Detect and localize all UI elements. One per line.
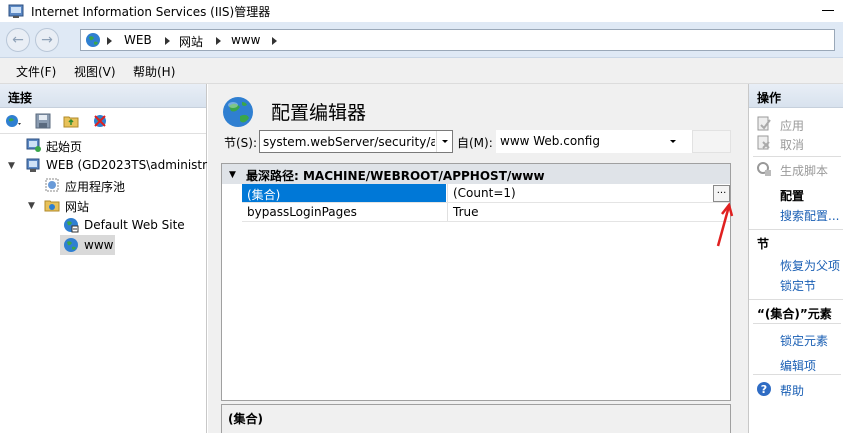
connections-panel: 连接 起始页 ▼ WEB (GD2023TS\administr 应用程序池 ▼…: [0, 84, 207, 433]
crumb-separator-icon: [107, 37, 112, 45]
tree-item-app-pools[interactable]: 应用程序池: [0, 175, 206, 195]
menu-file[interactable]: 文件(F): [16, 63, 56, 80]
collapse-icon[interactable]: ▼: [28, 201, 35, 211]
app-pool-icon: [45, 178, 59, 192]
connections-header: 连接: [0, 84, 206, 108]
menu-bar: 文件(F) 视图(V) 帮助(H): [0, 58, 843, 84]
address-bar: ← → WEB 网站 www: [0, 22, 843, 58]
forward-button[interactable]: →: [35, 28, 59, 52]
chevron-down-icon: [442, 140, 448, 143]
lock-section-link[interactable]: 锁定节: [780, 277, 816, 294]
details-title: (集合): [228, 412, 263, 426]
back-button[interactable]: ←: [6, 28, 30, 52]
tree-item-www[interactable]: www: [60, 235, 115, 255]
crumb-separator-icon: [216, 37, 221, 45]
property-name: (集合): [242, 184, 446, 202]
crumb-sites[interactable]: 网站: [179, 33, 203, 50]
restore-to-parent-link[interactable]: 恢复为父项: [780, 257, 840, 274]
save-icon[interactable]: [35, 113, 51, 129]
from-dropdown[interactable]: www Web.config: [496, 130, 692, 153]
iis-app-icon: [8, 4, 24, 18]
tree-item-web-server[interactable]: ▼ WEB (GD2023TS\administr: [0, 155, 208, 175]
window-title: Internet Information Services (IIS)管理器: [31, 5, 271, 19]
website-globe-icon: [64, 238, 78, 252]
tree-label-web-server: WEB (GD2023TS\administr: [46, 158, 208, 172]
property-value[interactable]: (Count=1): [447, 184, 730, 202]
start-page-icon: [26, 138, 41, 152]
tree-label-default-web-site: Default Web Site: [84, 218, 185, 232]
connections-toolbar: [0, 108, 206, 134]
from-label: 自(M):: [457, 136, 493, 150]
search-configuration-link[interactable]: 搜索配置...: [780, 207, 839, 224]
generate-script-icon: [757, 162, 771, 176]
up-folder-icon[interactable]: [63, 113, 79, 129]
section-group-header: 节: [749, 229, 843, 253]
section-label: 节(S):: [224, 136, 258, 150]
tree-label-start-page: 起始页: [46, 140, 83, 154]
divider: [753, 323, 841, 324]
server-icon: [26, 158, 40, 172]
crumb-www[interactable]: www: [231, 33, 260, 47]
lock-element-link[interactable]: 锁定元素: [780, 332, 828, 349]
menu-help[interactable]: 帮助(H): [133, 63, 175, 80]
grid-group-header[interactable]: ▼ 最深路径: MACHINE/WEBROOT/APPHOST/www: [222, 164, 730, 184]
help-icon: ?: [757, 382, 771, 396]
actions-header: 操作: [749, 84, 843, 108]
tree-item-default-web-site[interactable]: Default Web Site: [0, 215, 206, 235]
ellipsis-button[interactable]: ...: [713, 185, 730, 202]
deepest-path-label: 最深路径: MACHINE/WEBROOT/APPHOST/www: [246, 169, 545, 183]
from-side-button[interactable]: [692, 130, 731, 153]
apply-action[interactable]: 应用: [780, 117, 804, 134]
details-pane: (集合): [221, 404, 731, 433]
configuration-editor-globe-icon: [223, 97, 253, 127]
sites-folder-icon: [44, 200, 60, 212]
crumb-separator-icon: [165, 37, 170, 45]
section-dropdown[interactable]: system.webServer/security/au: [259, 130, 453, 153]
svg-text:?: ?: [761, 383, 767, 396]
tree-label-app-pools: 应用程序池: [65, 180, 126, 194]
section-dropdown-button[interactable]: [436, 131, 452, 152]
menu-view[interactable]: 视图(V): [74, 63, 116, 80]
configuration-group-title: 配置: [780, 189, 805, 203]
tree-item-sites[interactable]: ▼ 网站: [0, 195, 206, 215]
title-bar: Internet Information Services (IIS)管理器: [0, 0, 843, 22]
collection-element-header: “(集合)”元素: [749, 299, 843, 323]
grid-row-bypass-login-pages[interactable]: bypassLoginPages True: [242, 203, 730, 222]
apply-icon: [757, 116, 771, 131]
tree-label-www: www: [84, 238, 114, 252]
cancel-action[interactable]: 取消: [780, 136, 804, 153]
chevron-down-icon: [670, 140, 676, 143]
tree-item-start-page[interactable]: 起始页: [0, 135, 206, 155]
tree-label-sites: 网站: [65, 200, 90, 214]
grid-row-collection[interactable]: (集合) (Count=1): [242, 184, 730, 203]
configuration-editor: 配置编辑器 节(S): system.webServer/security/au…: [208, 84, 748, 433]
property-grid: ▼ 最深路径: MACHINE/WEBROOT/APPHOST/www (集合)…: [221, 163, 734, 401]
divider: [753, 374, 841, 375]
website-globe-icon: [64, 218, 79, 233]
from-value: www Web.config: [500, 134, 600, 148]
section-value: system.webServer/security/au: [263, 135, 435, 149]
property-value[interactable]: True: [447, 203, 730, 221]
divider: [753, 156, 841, 157]
globe-icon: [86, 33, 100, 47]
collapse-icon[interactable]: ▼: [8, 161, 15, 171]
help-link[interactable]: 帮助: [780, 382, 804, 399]
edit-items-link[interactable]: 编辑项: [780, 357, 816, 374]
breadcrumb[interactable]: WEB 网站 www: [80, 29, 835, 51]
cancel-icon: [757, 135, 770, 150]
page-title: 配置编辑器: [271, 102, 367, 124]
collapse-icon[interactable]: ▼: [229, 170, 236, 180]
red-arrow-annotation-icon: [716, 202, 734, 247]
actions-panel: 操作 应用 取消 生成脚本 配置 搜索配置... 节 恢复为父项 锁定节 “(集…: [748, 84, 843, 433]
crumb-web[interactable]: WEB: [124, 33, 152, 47]
crumb-separator-icon: [272, 37, 277, 45]
generate-script-action[interactable]: 生成脚本: [780, 162, 828, 179]
property-name: bypassLoginPages: [247, 205, 357, 219]
connect-icon[interactable]: [5, 113, 21, 129]
minimize-button[interactable]: [822, 10, 834, 11]
disconnect-icon[interactable]: [92, 113, 108, 129]
